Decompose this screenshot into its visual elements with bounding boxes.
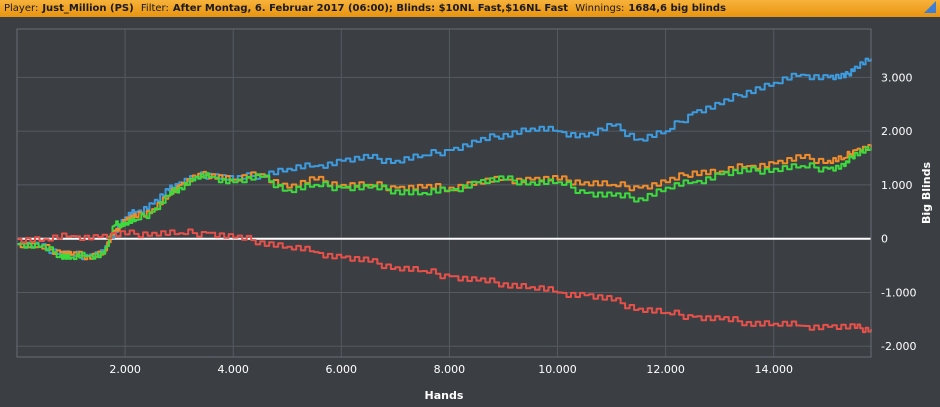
- x-tick-label: 8.000: [434, 363, 466, 376]
- y-tick-label: 2.000: [881, 125, 913, 138]
- chart-header: Player: Just_Million (PS) Filter: After Mo…: [0, 0, 940, 17]
- y-axis-title: Big Blinds: [920, 162, 933, 224]
- plot-area: [17, 29, 871, 357]
- filter-value: After Montag, 6. Februar 2017 (06:00); B…: [172, 3, 569, 14]
- player-label: Player:: [4, 3, 39, 14]
- x-axis-title: Hands: [425, 389, 464, 402]
- y-tick-label: 3.000: [881, 71, 913, 84]
- x-tick-label: 12.000: [646, 363, 685, 376]
- x-tick-labels: 2.000 4.000 6.000 8.000 10.000 12.000 14.000: [109, 363, 793, 376]
- filter-label: Filter:: [140, 3, 169, 14]
- y-tick-label: 0: [881, 233, 888, 246]
- resize-corner-icon[interactable]: [924, 1, 936, 13]
- player-value: Just_Million (PS): [42, 3, 134, 14]
- winnings-value: 1684,6 big blinds: [628, 3, 726, 14]
- winnings-label: Winnings:: [575, 3, 625, 14]
- x-tick-label: 14.000: [754, 363, 793, 376]
- x-tick-label: 6.000: [326, 363, 358, 376]
- x-tick-label: 10.000: [538, 363, 577, 376]
- y-tick-label: -1.000: [881, 286, 916, 299]
- y-tick-label: -2.000: [881, 340, 916, 353]
- bankroll-graph: 2.000 4.000 6.000 8.000 10.000 12.000 14.000 3…: [16, 28, 933, 402]
- x-tick-label: 4.000: [217, 363, 249, 376]
- y-tick-labels: 3.000 2.000 1.000 0 -1.000 -2.000: [881, 71, 916, 353]
- y-tick-label: 1.000: [881, 179, 913, 192]
- x-tick-label: 2.000: [109, 363, 141, 376]
